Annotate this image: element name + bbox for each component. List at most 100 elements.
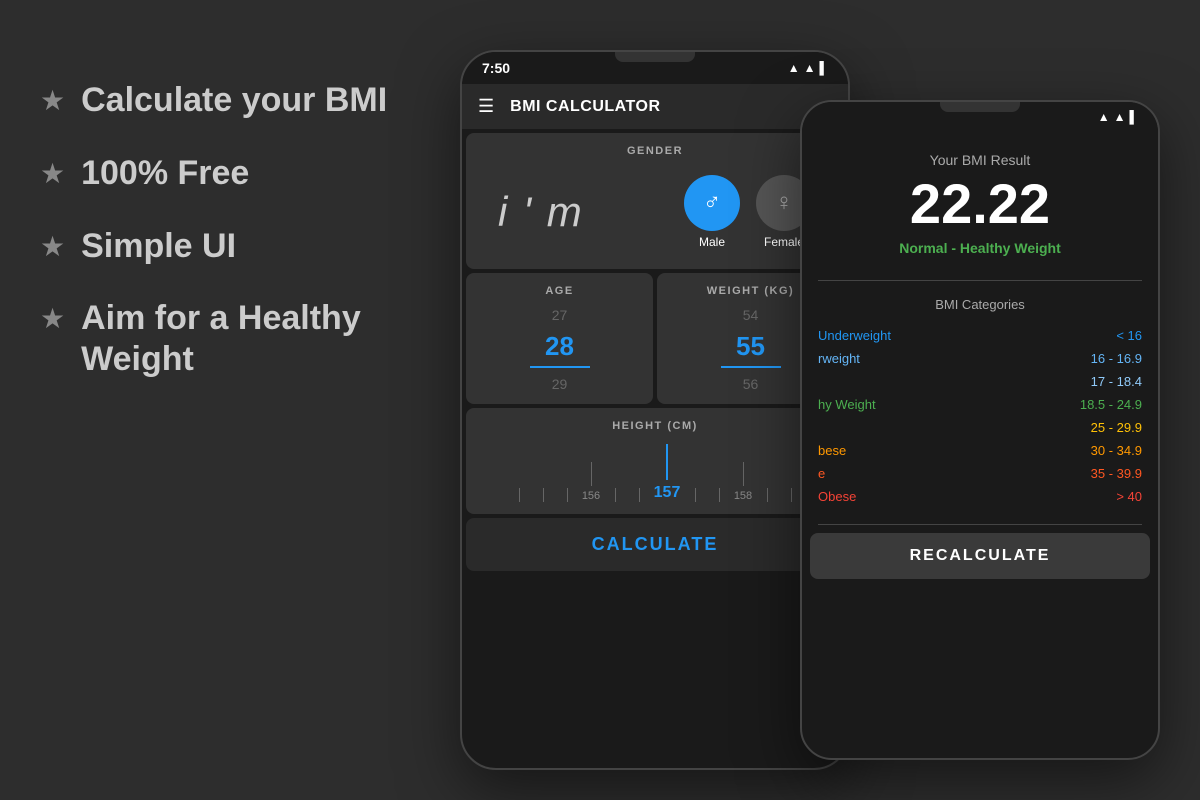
male-label: Male: [699, 235, 725, 249]
result-status: Normal - Healthy Weight: [818, 240, 1142, 256]
cat-range-2: 16 - 16.9: [1091, 351, 1142, 366]
ruler-current-157: 157: [651, 442, 683, 502]
tick-line: [791, 488, 792, 502]
tick-line: [615, 488, 616, 502]
wifi-icon-sec: ▲: [1114, 110, 1126, 124]
age-next: 29: [552, 376, 568, 392]
gender-card: GENDER i ' m ♂ Male ♀ Female: [466, 133, 844, 269]
male-circle[interactable]: ♂: [684, 175, 740, 231]
cat-row-obese2: e 35 - 39.9: [818, 462, 1142, 485]
cat-row-overweight: 25 - 29.9: [818, 416, 1142, 439]
male-button[interactable]: ♂ Male: [684, 175, 740, 249]
tick-line: [567, 488, 568, 502]
cat-range-5: 25 - 29.9: [1091, 420, 1142, 435]
cat-range-8: > 40: [1116, 489, 1142, 504]
cat-name-7: e: [818, 466, 825, 481]
female-symbol: ♀: [775, 189, 793, 217]
result-section: Your BMI Result 22.22 Normal - Healthy W…: [802, 132, 1158, 276]
tick-line: [543, 488, 544, 502]
height-label: HEIGHT (CM): [478, 420, 832, 432]
feature-text-free: 100% Free: [81, 153, 249, 194]
tick-line: [767, 488, 768, 502]
feature-text-bmi: Calculate your BMI: [81, 80, 387, 121]
ruler-label-158: 158: [734, 490, 752, 502]
cat-range-3: 17 - 18.4: [1091, 374, 1142, 389]
ruler-tick-155: [555, 442, 579, 502]
age-weight-row: AGE 27 28 29 WEIGHT (KG) 54 55 56: [466, 273, 844, 404]
female-label: Female: [764, 235, 804, 249]
feature-text-healthy: Aim for a Healthy Weight: [81, 298, 420, 380]
cat-range-4: 18.5 - 24.9: [1080, 397, 1142, 412]
ruler-tick-158: 158: [731, 442, 755, 502]
ruler-tick-157b: [683, 442, 707, 502]
wifi-icon: ▲: [804, 61, 816, 75]
height-ruler[interactable]: 156 157: [478, 442, 832, 502]
cat-row-obese1: bese 30 - 34.9: [818, 439, 1142, 462]
gender-buttons: ♂ Male ♀ Female: [684, 175, 812, 249]
age-prev: 27: [552, 307, 568, 323]
ruler-tick-156: 156: [579, 442, 603, 502]
ruler-label-156: 156: [582, 490, 600, 502]
ruler-tick-153: [507, 442, 531, 502]
hamburger-icon[interactable]: ☰: [478, 96, 494, 117]
cat-name-1: Underweight: [818, 328, 891, 343]
recalculate-text[interactable]: RECALCULATE: [910, 547, 1051, 564]
gender-section: i ' m ♂ Male ♀ Female: [478, 167, 832, 257]
star-icon-2: ★: [40, 157, 65, 190]
im-text: i ' m: [498, 188, 584, 236]
tick-line: [519, 488, 520, 502]
cat-range-7: 35 - 39.9: [1091, 466, 1142, 481]
cat-row-underweight1: Underweight < 16: [818, 324, 1142, 347]
categories-title: BMI Categories: [818, 297, 1142, 312]
height-card: HEIGHT (CM) 156: [466, 408, 844, 514]
recalculate-button[interactable]: RECALCULATE: [810, 533, 1150, 579]
ruler-tick-157c: [707, 442, 731, 502]
tick-line-current: [666, 444, 668, 480]
feature-text-ui: Simple UI: [81, 226, 236, 267]
age-spinner: 27 28 29: [478, 307, 641, 392]
divider-2: [818, 524, 1142, 525]
divider: [818, 280, 1142, 281]
cat-range-6: 30 - 34.9: [1091, 443, 1142, 458]
age-current[interactable]: 28: [530, 331, 590, 368]
tick-line-tall: [591, 462, 592, 486]
tick-line: [639, 488, 640, 502]
tick-line: [695, 488, 696, 502]
cat-name-4: hy Weight: [818, 397, 876, 412]
status-icons-secondary: ▲ ▲ ▌: [1098, 110, 1138, 124]
weight-prev: 54: [743, 307, 759, 323]
cat-name-6: bese: [818, 443, 846, 458]
cat-name-2: rweight: [818, 351, 860, 366]
ruler-tick-156c: [627, 442, 651, 502]
status-time: 7:50: [482, 60, 510, 76]
star-icon-3: ★: [40, 230, 65, 263]
result-title: Your BMI Result: [818, 152, 1142, 168]
male-symbol: ♂: [703, 189, 721, 217]
feature-item-free: ★ 100% Free: [40, 153, 420, 194]
tick-line-tall: [743, 462, 744, 486]
ruler-tick-156b: [603, 442, 627, 502]
phones-container: 7:50 ▲ ▲ ▌ ☰ BMI CALCULATOR GENDER i ' m…: [420, 0, 1200, 800]
signal-icon-sec: ▲: [1098, 110, 1110, 124]
ruler-label-current: 157: [654, 484, 681, 502]
feature-item-bmi: ★ Calculate your BMI: [40, 80, 420, 121]
app-title: BMI CALCULATOR: [510, 98, 660, 116]
tick-line: [719, 488, 720, 502]
cat-name-8: Obese: [818, 489, 856, 504]
ruler-tick-158b: [755, 442, 779, 502]
cat-range-1: < 16: [1116, 328, 1142, 343]
calculate-button-text[interactable]: CALCULATE: [592, 534, 719, 554]
app-bar: ☰ BMI CALCULATOR: [462, 84, 848, 129]
feature-item-healthy: ★ Aim for a Healthy Weight: [40, 298, 420, 380]
feature-item-ui: ★ Simple UI: [40, 226, 420, 267]
battery-icon: ▌: [819, 61, 828, 75]
signal-icon: ▲: [788, 61, 800, 75]
star-icon-1: ★: [40, 84, 65, 117]
left-panel: ★ Calculate your BMI ★ 100% Free ★ Simpl…: [40, 80, 420, 412]
cat-row-healthy: hy Weight 18.5 - 24.9: [818, 393, 1142, 416]
weight-current[interactable]: 55: [721, 331, 781, 368]
calculate-button-area[interactable]: CALCULATE: [466, 518, 844, 571]
phone-primary: 7:50 ▲ ▲ ▌ ☰ BMI CALCULATOR GENDER i ' m…: [460, 50, 850, 770]
weight-next: 56: [743, 376, 759, 392]
phone-secondary: ▲ ▲ ▌ Your BMI Result 22.22 Normal - Hea…: [800, 100, 1160, 760]
